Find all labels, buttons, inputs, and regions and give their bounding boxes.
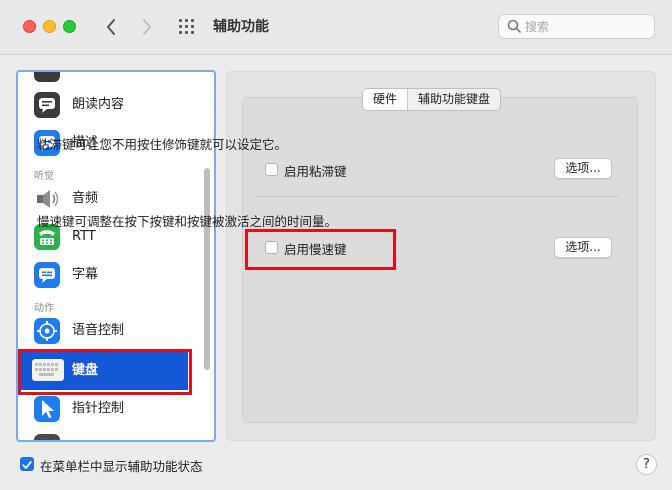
sidebar-item-spoken-content[interactable]: 朗读内容 (18, 86, 202, 124)
voice-control-icon (34, 318, 60, 344)
system-preferences-window: 辅助功能 朗读内容 描述 听觉 音频 (0, 0, 672, 490)
accessibility-sidebar[interactable]: 朗读内容 描述 听觉 音频 RTT 字幕 动作 语音控制 键盘 指针控制 (16, 70, 216, 442)
toolbar: 辅助功能 (0, 0, 672, 55)
show-status-checkbox[interactable] (20, 457, 34, 471)
forward-button[interactable] (137, 15, 157, 39)
show-status-label[interactable]: 在菜单栏中显示辅助功能状态 (40, 456, 203, 475)
chevron-right-icon (143, 19, 151, 35)
sidebar-item-label: 指针控制 (72, 401, 125, 416)
section-divider (257, 196, 619, 197)
back-button[interactable] (101, 15, 121, 39)
zoom-window-button[interactable] (63, 20, 76, 33)
speaker-icon (34, 186, 60, 212)
close-window-button[interactable] (23, 20, 36, 33)
sticky-keys-options-button[interactable]: 选项... (554, 158, 612, 179)
search-input[interactable] (525, 17, 645, 36)
sticky-keys-checkbox[interactable] (265, 163, 278, 176)
red-highlight-keyboard (18, 349, 192, 395)
minimize-window-button[interactable] (43, 20, 56, 33)
sidebar-item-pointer-control[interactable]: 指针控制 (18, 390, 202, 428)
search-field[interactable] (498, 14, 655, 39)
pointer-icon (34, 396, 60, 422)
sidebar-item-voice-control[interactable]: 语音控制 (18, 312, 202, 350)
sidebar-item-label: 朗读内容 (72, 97, 125, 112)
sticky-keys-description: 粘滞键可让您不用按住修饰键就可以设定它。 (37, 137, 288, 152)
partial-icon (34, 434, 60, 440)
sidebar-item-partial-bottom (18, 428, 202, 440)
sidebar-item-label: 语音控制 (72, 323, 125, 338)
partial-icon (34, 72, 60, 82)
speech-bubble-icon (34, 92, 60, 118)
red-highlight-slow-keys (245, 229, 396, 270)
search-icon (507, 19, 521, 33)
checkmark-icon (22, 461, 32, 469)
sidebar-item-label: 字幕 (72, 267, 99, 282)
tab-hardware[interactable]: 硬件 (363, 89, 409, 110)
captions-icon (34, 262, 60, 288)
tab-accessibility-keyboard[interactable]: 辅助功能键盘 (408, 89, 500, 110)
window-title: 辅助功能 (213, 19, 269, 35)
sticky-keys-label[interactable]: 启用粘滞键 (284, 161, 347, 180)
chevron-left-icon (107, 19, 115, 35)
slow-keys-options-button[interactable]: 选项... (554, 237, 612, 258)
show-all-grid-icon[interactable] (179, 19, 196, 34)
slow-keys-description: 慢速键可调整在按下按键和按键被激活之间的时间量。 (37, 214, 338, 229)
tab-segmented-control: 硬件 辅助功能键盘 (362, 88, 502, 111)
sidebar-scrollbar[interactable] (204, 168, 210, 370)
sidebar-item-captions[interactable]: 字幕 (18, 256, 202, 294)
help-button[interactable]: ? (636, 454, 657, 475)
